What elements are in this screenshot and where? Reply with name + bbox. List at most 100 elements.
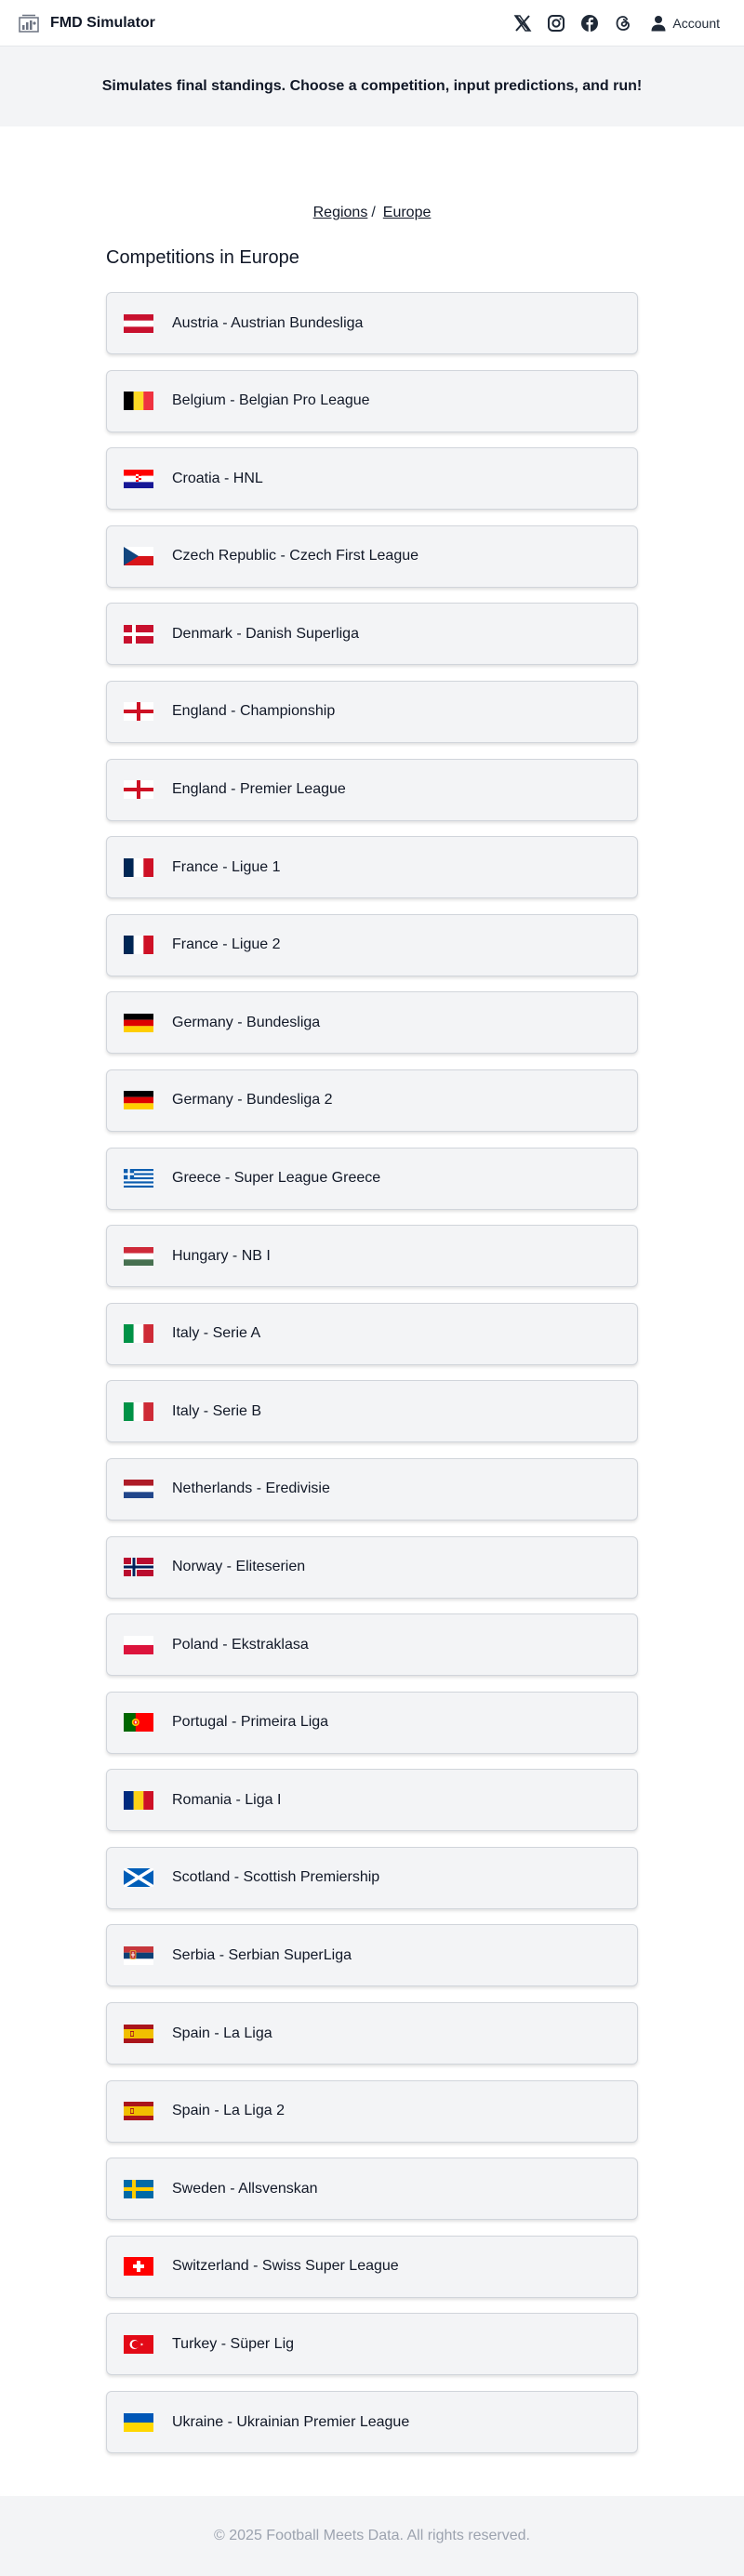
- competition-label: Sweden - Allsvenskan: [172, 2180, 318, 2197]
- italy-flag-icon: [124, 1324, 153, 1344]
- competition-item-spain-la-liga[interactable]: Spain - La Liga: [106, 2002, 638, 2065]
- chart-document-icon: [19, 14, 39, 33]
- account-label: Account: [672, 15, 720, 31]
- romania-flag-icon: [124, 1790, 153, 1810]
- germany-flag-icon: [124, 1091, 153, 1110]
- croatia-flag-icon: [124, 469, 153, 488]
- germany-flag-icon: [124, 1013, 153, 1032]
- competition-label: Hungary - NB I: [172, 1247, 271, 1264]
- competition-label: Switzerland - Swiss Super League: [172, 2258, 399, 2275]
- competition-label: Scotland - Scottish Premiership: [172, 1869, 380, 1886]
- spain-flag-icon: [124, 2024, 153, 2043]
- breadcrumb-europe[interactable]: Europe: [383, 205, 432, 220]
- ukraine-flag-icon: [124, 2412, 153, 2432]
- competition-label: England - Premier League: [172, 781, 346, 798]
- competition-item-england-premier-league[interactable]: England - Premier League: [106, 758, 638, 821]
- threads-icon[interactable]: [613, 13, 633, 33]
- competition-list: Austria - Austrian Bundesliga Belgium - B…: [106, 292, 638, 2469]
- competition-label: Spain - La Liga: [172, 2025, 272, 2041]
- france-flag-icon: [124, 936, 153, 955]
- competition-item-spain-la-liga-2[interactable]: Spain - La Liga 2: [106, 2079, 638, 2143]
- breadcrumb-regions[interactable]: Regions: [313, 205, 368, 220]
- competition-label: Germany - Bundesliga 2: [172, 1092, 333, 1109]
- scotland-flag-icon: [124, 1868, 153, 1888]
- breadcrumb: Regions / Europe: [0, 205, 744, 221]
- competition-item-germany-bundesliga[interactable]: Germany - Bundesliga: [106, 991, 638, 1055]
- user-icon: [650, 15, 667, 32]
- competition-label: Serbia - Serbian SuperLiga: [172, 1946, 352, 1963]
- competition-label: Portugal - Primeira Liga: [172, 1714, 329, 1731]
- competition-label: England - Championship: [172, 703, 336, 720]
- netherlands-flag-icon: [124, 1480, 153, 1499]
- belgium-flag-icon: [124, 392, 153, 411]
- competition-item-england-championship[interactable]: England - Championship: [106, 680, 638, 743]
- competition-item-germany-bundesliga-2[interactable]: Germany - Bundesliga 2: [106, 1069, 638, 1132]
- france-flag-icon: [124, 857, 153, 877]
- competition-item-belgium-belgian-pro-league[interactable]: Belgium - Belgian Pro League: [106, 369, 638, 432]
- norway-flag-icon: [124, 1558, 153, 1576]
- section-title: Competitions in Europe: [106, 247, 299, 268]
- competition-item-scotland-scottish-premiership[interactable]: Scotland - Scottish Premiership: [106, 1846, 638, 1909]
- app-title: FMD Simulator: [50, 14, 155, 31]
- switzerland-flag-icon: [124, 2257, 153, 2277]
- header-actions: Account: [512, 13, 720, 33]
- competition-item-netherlands-eredivisie[interactable]: Netherlands - Eredivisie: [106, 1457, 638, 1520]
- competition-label: Netherlands - Eredivisie: [172, 1481, 330, 1497]
- competition-label: Spain - La Liga 2: [172, 2103, 285, 2119]
- italy-flag-icon: [124, 1401, 153, 1421]
- competition-label: Austria - Austrian Bundesliga: [172, 314, 364, 331]
- austria-flag-icon: [124, 313, 153, 333]
- competition-item-ukraine-ukrainian-premier-league[interactable]: Ukraine - Ukrainian Premier League: [106, 2391, 638, 2454]
- brand[interactable]: FMD Simulator: [19, 14, 155, 33]
- breadcrumb-separator: /: [371, 205, 376, 220]
- england-flag-icon: [124, 702, 153, 722]
- england-flag-icon: [124, 780, 153, 800]
- competition-item-poland-ekstraklasa[interactable]: Poland - Ekstraklasa: [106, 1613, 638, 1677]
- competition-item-portugal-primeira-liga[interactable]: Portugal - Primeira Liga: [106, 1691, 638, 1754]
- tagline: Simulates final standings. Choose a comp…: [101, 78, 643, 94]
- competition-item-denmark-danish-superliga[interactable]: Denmark - Danish Superliga: [106, 603, 638, 666]
- poland-flag-icon: [124, 1635, 153, 1654]
- competition-item-italy-serie-a[interactable]: Italy - Serie A: [106, 1302, 638, 1365]
- competition-label: France - Ligue 1: [172, 858, 281, 875]
- competition-label: Croatia - HNL: [172, 470, 263, 486]
- competition-label: Italy - Serie B: [172, 1402, 262, 1419]
- footer-copyright: © 2025 Football Meets Data. All rights r…: [214, 2528, 530, 2543]
- top-header: FMD Simulator Account: [0, 0, 744, 46]
- denmark-flag-icon: [124, 624, 153, 644]
- hungary-flag-icon: [124, 1246, 153, 1266]
- competition-item-turkey-s-per-lig[interactable]: Turkey - Süper Lig: [106, 2313, 638, 2376]
- competition-label: Greece - Super League Greece: [172, 1170, 381, 1187]
- turkey-flag-icon: [124, 2334, 153, 2354]
- x-twitter-icon[interactable]: [512, 13, 533, 33]
- competition-label: Denmark - Danish Superliga: [172, 625, 359, 642]
- competition-item-france-ligue-1[interactable]: France - Ligue 1: [106, 836, 638, 899]
- facebook-icon[interactable]: [579, 13, 600, 33]
- competition-item-croatia-hnl[interactable]: Croatia - HNL: [106, 447, 638, 511]
- instagram-icon[interactable]: [546, 13, 566, 33]
- competition-item-serbia-serbian-superliga[interactable]: Serbia - Serbian SuperLiga: [106, 1924, 638, 1987]
- competition-label: France - Ligue 2: [172, 936, 281, 953]
- competition-item-czech-republic-czech-first-league[interactable]: Czech Republic - Czech First League: [106, 524, 638, 588]
- competition-item-hungary-nb-i[interactable]: Hungary - NB I: [106, 1225, 638, 1288]
- competition-label: Germany - Bundesliga: [172, 1014, 321, 1030]
- competition-label: Italy - Serie A: [172, 1325, 261, 1342]
- tagline-banner: Simulates final standings. Choose a comp…: [0, 46, 744, 126]
- portugal-flag-icon: [124, 1713, 153, 1733]
- account-button[interactable]: Account: [650, 15, 720, 32]
- serbia-flag-icon: [124, 1945, 153, 1965]
- competition-item-switzerland-swiss-super-league[interactable]: Switzerland - Swiss Super League: [106, 2235, 638, 2298]
- competition-item-italy-serie-b[interactable]: Italy - Serie B: [106, 1380, 638, 1443]
- competition-item-greece-super-league-greece[interactable]: Greece - Super League Greece: [106, 1147, 638, 1210]
- competition-item-france-ligue-2[interactable]: France - Ligue 2: [106, 913, 638, 976]
- competition-item-sweden-allsvenskan[interactable]: Sweden - Allsvenskan: [106, 2158, 638, 2221]
- competition-item-romania-liga-i[interactable]: Romania - Liga I: [106, 1769, 638, 1832]
- competition-label: Poland - Ekstraklasa: [172, 1636, 309, 1653]
- sweden-flag-icon: [124, 2179, 153, 2198]
- footer: © 2025 Football Meets Data. All rights r…: [0, 2496, 744, 2576]
- czech-flag-icon: [124, 547, 153, 566]
- competition-item-austria-austrian-bundesliga[interactable]: Austria - Austrian Bundesliga: [106, 292, 638, 354]
- competition-item-norway-eliteserien[interactable]: Norway - Eliteserien: [106, 1535, 638, 1599]
- competition-label: Turkey - Süper Lig: [172, 2335, 295, 2352]
- greece-flag-icon: [124, 1169, 153, 1188]
